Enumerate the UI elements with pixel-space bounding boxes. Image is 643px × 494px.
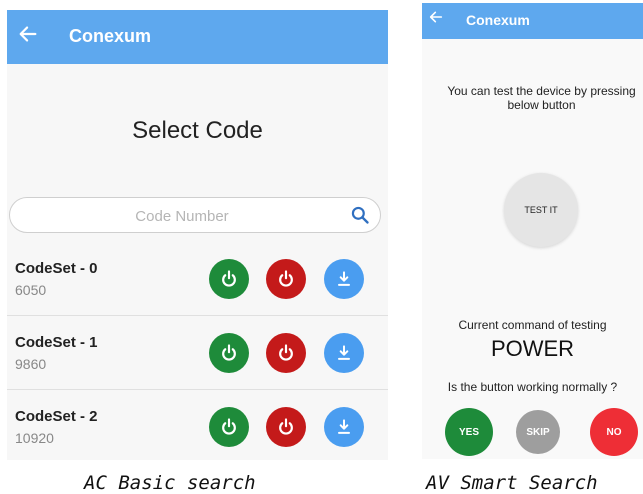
- codeset-code: 10920: [15, 430, 54, 446]
- download-icon: [338, 345, 350, 360]
- test-hint-line: You can test the device by pressing: [447, 84, 636, 98]
- download-button[interactable]: [324, 259, 364, 299]
- list-item: CodeSet - 2 10920: [7, 390, 388, 460]
- download-button[interactable]: [324, 407, 364, 447]
- command-label: Current command of testing: [458, 318, 607, 332]
- power-on-button[interactable]: [209, 407, 249, 447]
- power-icon: [222, 344, 236, 361]
- ac-basic-search-screen: Conexum Select Code CodeSet - 0 6050 Cod…: [7, 10, 388, 460]
- caption-av-smart-search: AV Smart Search: [426, 472, 598, 494]
- app-bar: Conexum: [7, 10, 388, 64]
- yes-button[interactable]: YES: [445, 408, 493, 456]
- codeset-name: CodeSet - 0: [15, 260, 98, 277]
- av-smart-search-screen: Conexum You can test the device by press…: [422, 3, 643, 459]
- list-item: CodeSet - 1 9860: [7, 316, 388, 390]
- page-title: Select Code: [132, 117, 263, 144]
- download-button[interactable]: [324, 333, 364, 373]
- codeset-code: 9860: [15, 356, 47, 372]
- power-icon: [279, 418, 293, 435]
- power-icon: [222, 270, 236, 287]
- search-bar: [9, 197, 381, 233]
- codeset-list: CodeSet - 0 6050 CodeSet - 1 9860 CodeSe…: [7, 242, 388, 460]
- codeset-name: CodeSet - 2: [15, 408, 98, 425]
- power-icon: [222, 418, 236, 435]
- arrow-left-icon[interactable]: [17, 23, 39, 45]
- power-on-button[interactable]: [209, 259, 249, 299]
- codeset-code: 6050: [15, 282, 47, 298]
- list-item: CodeSet - 0 6050: [7, 242, 388, 316]
- no-button[interactable]: NO: [590, 408, 638, 456]
- power-off-button[interactable]: [266, 259, 306, 299]
- power-off-button[interactable]: [266, 333, 306, 373]
- power-icon: [279, 270, 293, 287]
- test-it-button[interactable]: TEST IT: [504, 173, 578, 247]
- app-title: Conexum: [466, 12, 530, 28]
- power-off-button[interactable]: [266, 407, 306, 447]
- command-value: POWER: [490, 336, 575, 361]
- caption-ac-basic-search: AC Basic search: [84, 472, 256, 494]
- arrow-left-icon[interactable]: [428, 9, 444, 25]
- codeset-name: CodeSet - 1: [15, 334, 98, 351]
- app-title: Conexum: [69, 26, 152, 46]
- skip-button[interactable]: SKIP: [516, 410, 560, 454]
- search-icon[interactable]: [350, 205, 370, 225]
- code-number-input[interactable]: [30, 202, 334, 230]
- app-bar: Conexum: [422, 3, 643, 39]
- download-icon: [338, 419, 350, 434]
- test-hint-line: below button: [507, 98, 576, 112]
- power-on-button[interactable]: [209, 333, 249, 373]
- download-icon: [338, 271, 350, 286]
- working-question: Is the button working normally ?: [447, 380, 618, 394]
- test-hint: You can test the device by pressing belo…: [440, 84, 643, 112]
- power-icon: [279, 344, 293, 361]
